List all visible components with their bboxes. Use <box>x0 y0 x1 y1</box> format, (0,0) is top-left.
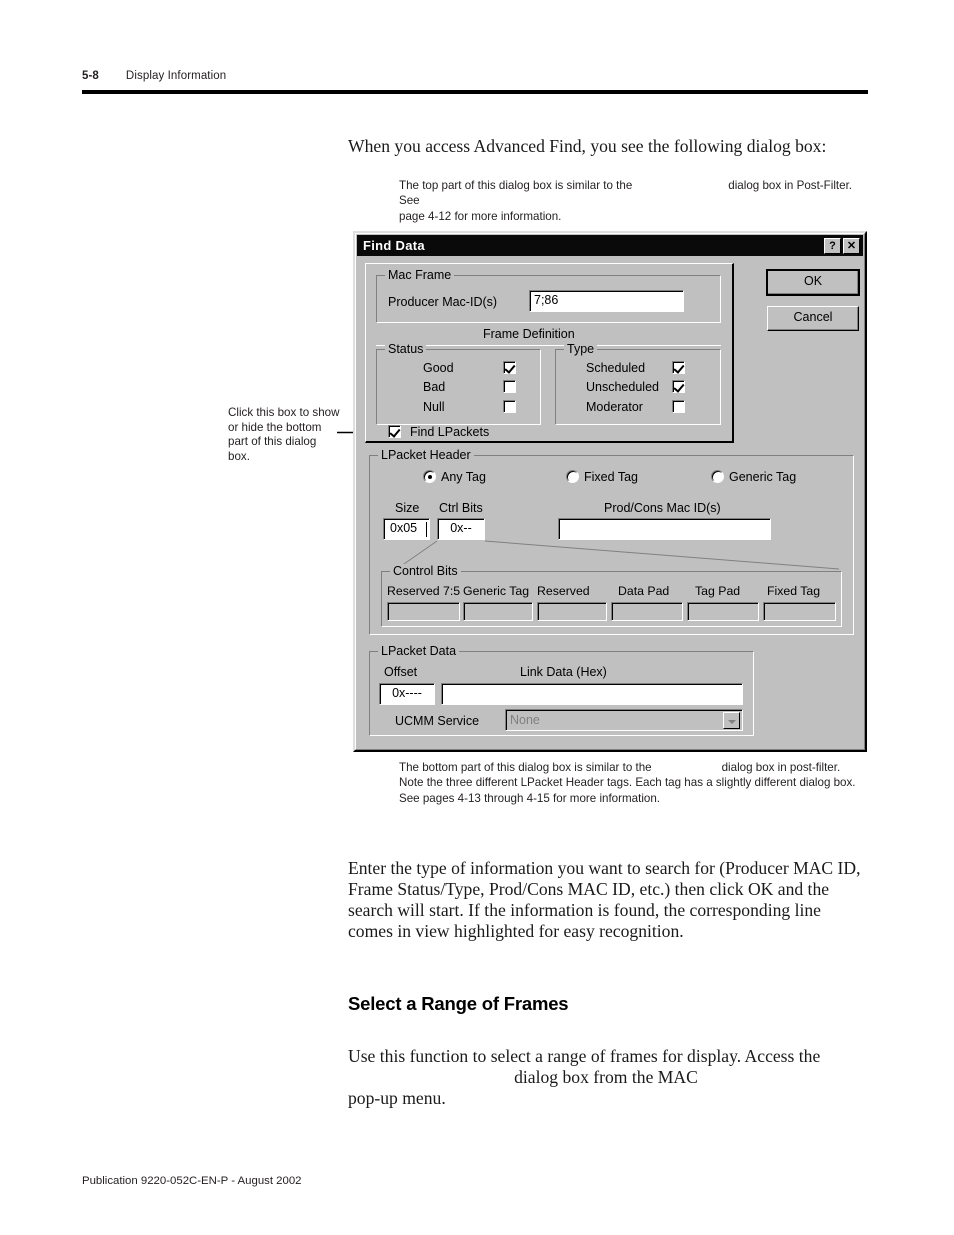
lpacket-header-group-label: LPacket Header <box>378 448 474 462</box>
status-checkbox-null[interactable] <box>503 400 516 413</box>
running-head: 5-8 Display Information <box>82 70 868 82</box>
type-checkbox-moderator[interactable] <box>672 400 685 413</box>
radio-any-tag-label: Any Tag <box>441 470 486 484</box>
help-icon[interactable]: ? <box>824 237 841 254</box>
status-item-label-2: Null <box>423 400 445 414</box>
type-checkbox-scheduled[interactable] <box>672 361 685 374</box>
caption-bottom-line1b: dialog box in post-filter. <box>721 761 841 774</box>
prodcons-mac-id-input[interactable] <box>558 518 771 540</box>
control-bits-cell-3[interactable] <box>611 602 683 621</box>
status-item-label-1: Bad <box>423 380 446 394</box>
cancel-button[interactable]: Cancel <box>767 306 859 331</box>
find-lpackets-checkbox[interactable] <box>388 425 401 438</box>
prodcons-mac-id-label: Prod/Cons Mac ID(s) <box>604 501 721 515</box>
type-item-label-1: Unscheduled <box>586 380 659 394</box>
control-bits-header-2: Reserved <box>537 584 590 598</box>
type-item-label-2: Moderator <box>586 400 643 414</box>
find-lpackets-label: Find LPackets <box>410 425 490 439</box>
size-label: Size <box>395 501 420 515</box>
producer-mac-id-label: Producer Mac-ID(s) <box>388 295 498 309</box>
body-3-line1: Use this function to select a range of f… <box>348 1046 821 1066</box>
body-3-line2: dialog box from the MAC <box>514 1067 698 1087</box>
control-bits-header-5: Fixed Tag <box>767 584 821 598</box>
control-bits-cell-5[interactable] <box>763 602 836 621</box>
control-bits-header-3: Data Pad <box>618 584 670 598</box>
page-footer: Publication 9220-052C-EN-P - August 2002 <box>82 1175 302 1187</box>
control-bits-cell-2[interactable] <box>537 602 607 621</box>
caption-bottom: The bottom part of this dialog box is si… <box>399 760 869 806</box>
control-bits-cell-4[interactable] <box>687 602 759 621</box>
ok-button[interactable]: OK <box>766 269 860 296</box>
intro-paragraph: When you access Advanced Find, you see t… <box>348 136 827 156</box>
caption-top-line2: page 4-12 for more information. <box>399 209 562 223</box>
type-checkbox-unscheduled[interactable] <box>672 380 685 393</box>
frame-definition-separator <box>376 345 721 346</box>
status-checkbox-good[interactable] <box>503 361 516 374</box>
status-group-label: Status <box>385 342 427 356</box>
find-data-dialog: Find Data ? ✕ OK Cancel Mac Frame Produc… <box>353 231 867 752</box>
mac-frame-group-label: Mac Frame <box>385 268 455 282</box>
chevron-down-icon[interactable] <box>723 712 740 729</box>
control-bits-header-4: Tag Pad <box>695 584 741 598</box>
page-folio: 5-8 <box>82 70 99 82</box>
radio-generic-tag-label: Generic Tag <box>729 470 797 484</box>
dialog-title: Find Data <box>363 238 425 253</box>
ctrl-bits-input[interactable]: 0x-- <box>437 518 485 540</box>
body-paragraph-2: Enter the type of information you want t… <box>348 858 861 941</box>
close-icon[interactable]: ✕ <box>843 237 860 254</box>
link-data-label: Link Data (Hex) <box>520 665 607 679</box>
type-item-label-0: Scheduled <box>586 361 646 375</box>
producer-mac-id-value: 7;86 <box>534 293 559 307</box>
ctrl-bits-value: 0x-- <box>450 521 472 535</box>
ucmm-service-value: None <box>510 713 540 727</box>
lpacket-data-group-label: LPacket Data <box>378 644 460 658</box>
ucmm-service-label: UCMM Service <box>395 714 480 728</box>
caption-bottom-line2: Note the three different LPacket Header … <box>399 776 856 790</box>
type-group-label: Type <box>564 342 598 356</box>
control-bits-group-label: Control Bits <box>390 564 461 578</box>
offset-value: 0x---- <box>392 686 422 700</box>
offset-input[interactable]: 0x---- <box>379 683 435 705</box>
caption-bottom-line1a: The bottom part of this dialog box is si… <box>399 761 652 774</box>
control-bits-header-0: Reserved 7:5 <box>387 584 461 598</box>
link-data-input[interactable] <box>441 683 743 705</box>
chapter-title: Display Information <box>125 70 227 82</box>
caption-bottom-line3: See pages 4-13 through 4-15 for more inf… <box>399 791 661 805</box>
status-checkbox-bad[interactable] <box>503 380 516 393</box>
frame-definition-label: Frame Definition <box>483 327 575 341</box>
control-bits-cell-1[interactable] <box>463 602 533 621</box>
ucmm-service-dropdown[interactable]: None <box>505 709 743 731</box>
status-item-label-0: Good <box>423 361 454 375</box>
caption-top: The top part of this dialog box is simil… <box>399 178 869 224</box>
status-group: Status <box>376 342 541 425</box>
section-heading: Select a Range of Frames <box>348 993 569 1014</box>
control-bits-header-1: Generic Tag <box>463 584 530 598</box>
size-value: 0x05 <box>390 521 418 535</box>
producer-mac-id-input[interactable]: 7;86 <box>529 290 684 312</box>
callout-text: Click this box to show or hide the botto… <box>228 406 340 463</box>
header-rule <box>82 90 868 94</box>
body-3-line3: pop-up menu. <box>348 1088 446 1108</box>
body-paragraph-3: Use this function to select a range of f… <box>348 1046 864 1109</box>
radio-fixed-tag[interactable] <box>566 470 579 483</box>
document-page: 5-8 Display Information When you access A… <box>0 0 954 1235</box>
radio-fixed-tag-label: Fixed Tag <box>584 470 638 484</box>
size-input[interactable]: 0x05 <box>383 518 430 540</box>
ctrl-bits-label: Ctrl Bits <box>439 501 483 515</box>
offset-label: Offset <box>384 665 418 679</box>
radio-generic-tag[interactable] <box>711 470 724 483</box>
dialog-titlebar[interactable]: Find Data ? ✕ <box>357 235 863 256</box>
caption-top-line1a: The top part of this dialog box is simil… <box>399 179 633 192</box>
radio-any-tag[interactable] <box>423 470 436 483</box>
text-caret <box>426 522 427 537</box>
control-bits-cell-0[interactable] <box>387 602 460 621</box>
